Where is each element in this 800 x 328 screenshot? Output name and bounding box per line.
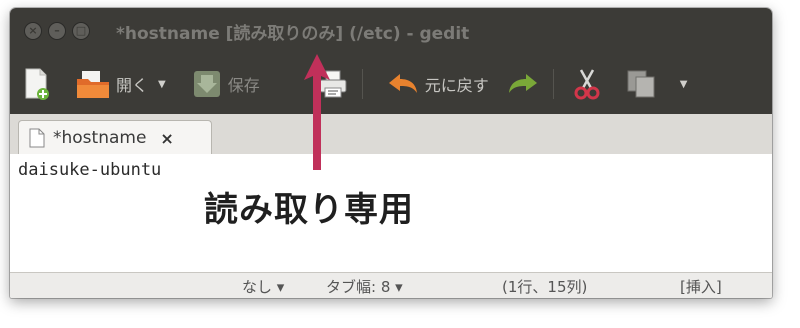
undo-button[interactable]: 元に戻す bbox=[387, 62, 489, 106]
more-dropdown-caret-icon[interactable]: ▼ bbox=[680, 79, 688, 90]
scissors-icon bbox=[574, 69, 600, 100]
undo-arrow-icon bbox=[388, 74, 417, 93]
save-button[interactable]: 保存 bbox=[192, 62, 260, 106]
toolbar-separator bbox=[552, 69, 554, 99]
undo-button-label: 元に戻す bbox=[424, 76, 489, 95]
title-bar: × – □ *hostname [読み取りのみ] (/etc) - gedit bbox=[10, 8, 772, 54]
tab-bar: *hostname × bbox=[10, 114, 772, 155]
cursor-position: (1行、15列) bbox=[502, 278, 588, 296]
tab-hostname[interactable]: *hostname × bbox=[18, 120, 212, 155]
copy-button[interactable] bbox=[626, 62, 656, 106]
minimize-icon: – bbox=[54, 24, 60, 37]
tab-width-selector[interactable]: タブ幅: 8 ▾ bbox=[326, 276, 403, 297]
redo-button[interactable] bbox=[507, 62, 539, 106]
redo-icon bbox=[508, 74, 537, 93]
window-title: *hostname [読み取りのみ] (/etc) - gedit bbox=[116, 23, 470, 44]
save-button-label: 保存 bbox=[227, 76, 260, 95]
toolbar: 開く ▼ 保存 元に戻す ▼ bbox=[10, 54, 772, 114]
cut-button[interactable] bbox=[574, 62, 600, 106]
copy-icon bbox=[627, 70, 655, 98]
open-folder-icon bbox=[77, 71, 109, 98]
status-bar: なし ▾ タブ幅: 8 ▾ (1行、15列) [挿入] bbox=[10, 272, 772, 298]
minimize-window-button[interactable]: – bbox=[48, 22, 66, 40]
tab-close-icon[interactable]: × bbox=[160, 129, 173, 148]
maximize-window-button[interactable]: □ bbox=[72, 22, 90, 40]
new-document-icon bbox=[25, 68, 49, 100]
open-button-label: 開く bbox=[116, 76, 149, 95]
editor-content[interactable]: daisuke-ubuntu bbox=[18, 160, 161, 180]
new-document-button[interactable] bbox=[24, 62, 50, 106]
toolbar-separator bbox=[361, 69, 363, 99]
open-button[interactable]: 開く bbox=[76, 62, 148, 106]
language-selector[interactable]: なし ▾ bbox=[242, 276, 284, 297]
insert-mode-indicator: [挿入] bbox=[680, 278, 722, 296]
close-window-button[interactable]: × bbox=[24, 22, 42, 40]
annotation-arrow-icon bbox=[304, 54, 330, 170]
open-dropdown-caret-icon[interactable]: ▼ bbox=[158, 79, 166, 90]
gedit-window: × – □ *hostname [読み取りのみ] (/etc) - gedit bbox=[10, 8, 772, 298]
document-icon bbox=[29, 128, 45, 148]
tab-label: *hostname bbox=[53, 128, 147, 148]
maximize-icon: □ bbox=[75, 24, 87, 37]
save-icon bbox=[193, 71, 220, 97]
annotation-label: 読み取り専用 bbox=[204, 190, 414, 230]
close-icon: × bbox=[28, 24, 38, 37]
